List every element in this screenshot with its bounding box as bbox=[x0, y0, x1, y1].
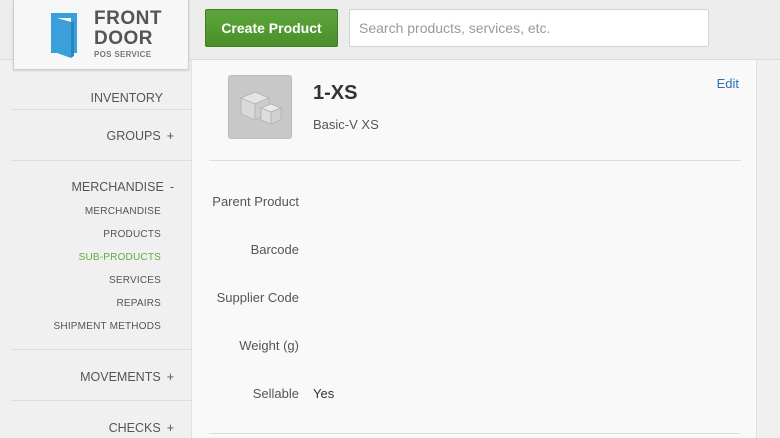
expand-icon[interactable]: + bbox=[167, 129, 174, 143]
field-label-weight: Weight (g) bbox=[239, 338, 299, 353]
sidebar-item-label: CHECKS bbox=[108, 421, 161, 435]
sidebar-divider bbox=[11, 400, 191, 401]
product-boxes-icon bbox=[239, 91, 283, 125]
field-value-sellable: Yes bbox=[313, 386, 335, 401]
create-product-button[interactable]: Create Product bbox=[205, 9, 338, 47]
sidebar-item-label: MOVEMENTS bbox=[80, 370, 161, 384]
product-detail-panel: 1-XS Basic-V XS Edit Parent Product Barc… bbox=[191, 60, 757, 438]
header-divider bbox=[209, 160, 741, 161]
search-input[interactable] bbox=[349, 9, 709, 47]
logo-text-tagline: POS SERVICE bbox=[94, 50, 152, 59]
logo[interactable]: FRONT DOOR POS SERVICE bbox=[13, 0, 189, 70]
logo-text-door: DOOR bbox=[94, 28, 153, 49]
expand-icon[interactable]: + bbox=[167, 370, 174, 384]
field-label-barcode: Barcode bbox=[250, 242, 299, 257]
sidebar-item-label: INVENTORY bbox=[90, 91, 163, 105]
field-label-parent-product: Parent Product bbox=[212, 194, 299, 209]
sidebar-item-groups[interactable]: GROUPS + bbox=[107, 129, 175, 143]
sidebar-item-label: GROUPS bbox=[106, 129, 161, 143]
sidebar-item-merchandise[interactable]: MERCHANDISE - bbox=[71, 180, 174, 194]
footer-divider bbox=[209, 433, 741, 434]
sidebar-divider bbox=[11, 160, 191, 161]
sidebar-subitem-merchandise[interactable]: MERCHANDISE bbox=[85, 206, 161, 217]
sidebar-item-checks[interactable]: CHECKS + bbox=[109, 421, 174, 435]
expand-icon[interactable]: + bbox=[167, 421, 174, 435]
edit-link[interactable]: Edit bbox=[717, 76, 739, 91]
product-title: 1-XS bbox=[313, 82, 358, 104]
sidebar-nav: INVENTORY GROUPS + MERCHANDISE - MERCHANDI… bbox=[0, 60, 191, 438]
sidebar-divider bbox=[11, 109, 191, 110]
product-subtitle: Basic-V XS bbox=[313, 117, 379, 132]
collapse-icon[interactable]: - bbox=[170, 180, 174, 194]
sidebar-item-movements[interactable]: MOVEMENTS + bbox=[80, 370, 174, 384]
sidebar-subitem-shipment-methods[interactable]: SHIPMENT METHODS bbox=[54, 321, 161, 332]
logo-text-front: FRONT bbox=[94, 8, 162, 29]
field-label-sellable: Sellable bbox=[252, 386, 299, 401]
field-label-supplier-code: Supplier Code bbox=[216, 290, 299, 305]
sidebar-subitem-sub-products[interactable]: SUB-PRODUCTS bbox=[79, 252, 161, 263]
sidebar-subitem-services[interactable]: SERVICES bbox=[109, 275, 161, 286]
door-logo-icon bbox=[51, 13, 77, 58]
sidebar-item-inventory[interactable]: INVENTORY bbox=[91, 91, 163, 105]
sidebar-item-label: MERCHANDISE bbox=[71, 180, 164, 194]
product-image[interactable] bbox=[228, 75, 292, 139]
sidebar-subitem-repairs[interactable]: REPAIRS bbox=[116, 298, 161, 309]
top-bar: FRONT DOOR POS SERVICE Create Product bbox=[0, 0, 780, 70]
sidebar-divider bbox=[11, 349, 191, 350]
sidebar-subitem-products[interactable]: PRODUCTS bbox=[103, 229, 161, 240]
